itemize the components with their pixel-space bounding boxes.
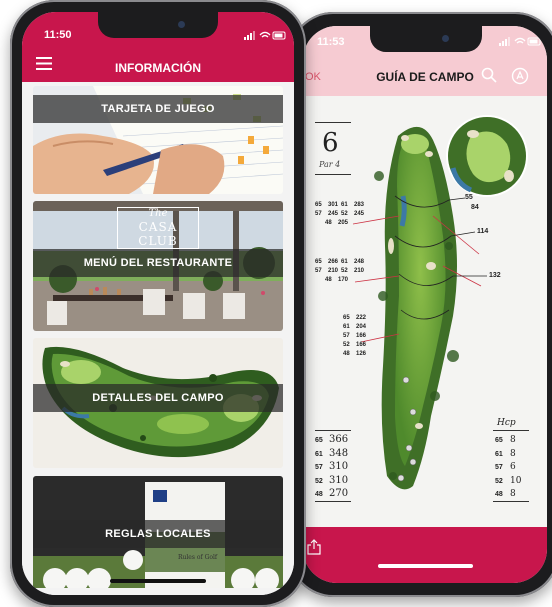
distance-row: 65 266 61 248	[315, 259, 365, 265]
phone-course-guide: 11:53 OK GUÍA DE CAMPO 6 Par 4 65 301 61…	[289, 12, 552, 597]
notch	[370, 26, 482, 52]
distance-row: 61 204	[343, 324, 367, 330]
card-course-details[interactable]: DETALLES DEL CAMPO	[33, 338, 283, 468]
distance-row: 48 126	[343, 351, 367, 357]
card-label: TARJETA DE JUEGO	[33, 95, 283, 123]
user-circle-icon[interactable]	[511, 67, 529, 85]
home-indicator[interactable]	[378, 564, 473, 568]
tee-row: 61 348	[315, 447, 349, 459]
distance-row: 57 166	[343, 333, 367, 339]
notch	[98, 12, 218, 38]
share-icon[interactable]	[307, 539, 321, 555]
distance-row: 57 245 52 245	[315, 211, 365, 217]
hcp-row: 61 8	[495, 448, 516, 459]
hcp-table-rule	[493, 430, 529, 431]
distance-group-3: 65 222 61 204 57 166 52 166 48 126	[343, 314, 369, 359]
tee-table-rule-bottom	[315, 501, 351, 502]
book-title: Rules of Golf	[178, 554, 218, 561]
yardage-marker: 114	[477, 228, 489, 235]
nav-bar: OK GUÍA DE CAMPO	[303, 58, 547, 96]
card-label: MENÚ DEL RESTAURANTE	[33, 249, 283, 277]
distance-row: 52 166	[343, 342, 367, 348]
yardage-marker: 84	[471, 204, 479, 211]
card-label: REGLAS LOCALES	[33, 520, 283, 548]
card-label: DETALLES DEL CAMPO	[33, 384, 283, 412]
info-card-list: TARJETA DE JUEGO The CASA CLUB MENÚ DEL …	[22, 82, 294, 595]
card-scorecard[interactable]: TARJETA DE JUEGO	[33, 86, 283, 194]
information-screen: 11:50 INFORMACIÓN TARJETA DE JUEGO The C…	[22, 12, 294, 595]
page-title: INFORMACIÓN	[115, 61, 201, 75]
hcp-row: 48 8	[495, 489, 516, 500]
status-icons	[499, 37, 541, 46]
hcp-table: 65 8 61 8 57 6 52 10 48 8	[495, 434, 521, 502]
yardage-marker: 55	[465, 194, 473, 201]
bottom-toolbar	[303, 527, 547, 583]
sign-the: The	[148, 208, 168, 219]
distance-row: 48 205	[325, 220, 349, 226]
distance-row: 48 170	[325, 277, 349, 283]
tee-table-rule	[315, 430, 351, 431]
hcp-row: 65 8	[495, 435, 516, 445]
distance-row: 65 222	[343, 315, 367, 321]
tee-row: 65 366	[315, 434, 349, 445]
hcp-row: 52 10	[495, 475, 522, 486]
yardage-marker: 132	[489, 272, 501, 279]
card-restaurant-menu[interactable]: The CASA CLUB MENÚ DEL RESTAURANTE	[33, 201, 283, 331]
distance-row: 57 210 52 210	[315, 268, 365, 274]
hcp-table-rule-bottom	[493, 501, 529, 502]
status-time: 11:53	[317, 36, 345, 48]
home-indicator[interactable]	[110, 579, 206, 583]
distance-group-2: 65 266 61 248 57 210 52 210 48 170	[315, 258, 367, 285]
casa-club-sign: The CASA CLUB	[117, 207, 199, 249]
course-guide-screen: 11:53 OK GUÍA DE CAMPO 6 Par 4 65 301 61…	[303, 26, 547, 583]
distance-group-1: 65 301 61 283 57 245 52 245 48 205	[315, 201, 367, 228]
search-icon[interactable]	[481, 67, 497, 83]
tee-row: 48 270	[315, 488, 349, 500]
course-map: 6 Par 4 65 301 61 283 57 245 52 245 48 2…	[303, 96, 547, 527]
hcp-title: Hcp	[497, 418, 516, 428]
distance-row: 65 301 61 283	[315, 202, 365, 208]
tee-row: 57 310	[315, 461, 349, 473]
status-time: 11:50	[44, 29, 72, 41]
tee-distance-table: 65 366 61 348 57 310 52 310 48 270	[315, 434, 348, 502]
tee-row: 52 310	[315, 474, 349, 486]
phone-information: 11:50 INFORMACIÓN TARJETA DE JUEGO The C…	[10, 0, 306, 607]
card-local-rules[interactable]: Rules of Golf REGLAS LOCALES	[33, 476, 283, 588]
sign-casa-club: CASA CLUB	[138, 220, 178, 248]
hcp-row: 57 6	[495, 462, 516, 473]
status-icons	[244, 31, 286, 40]
